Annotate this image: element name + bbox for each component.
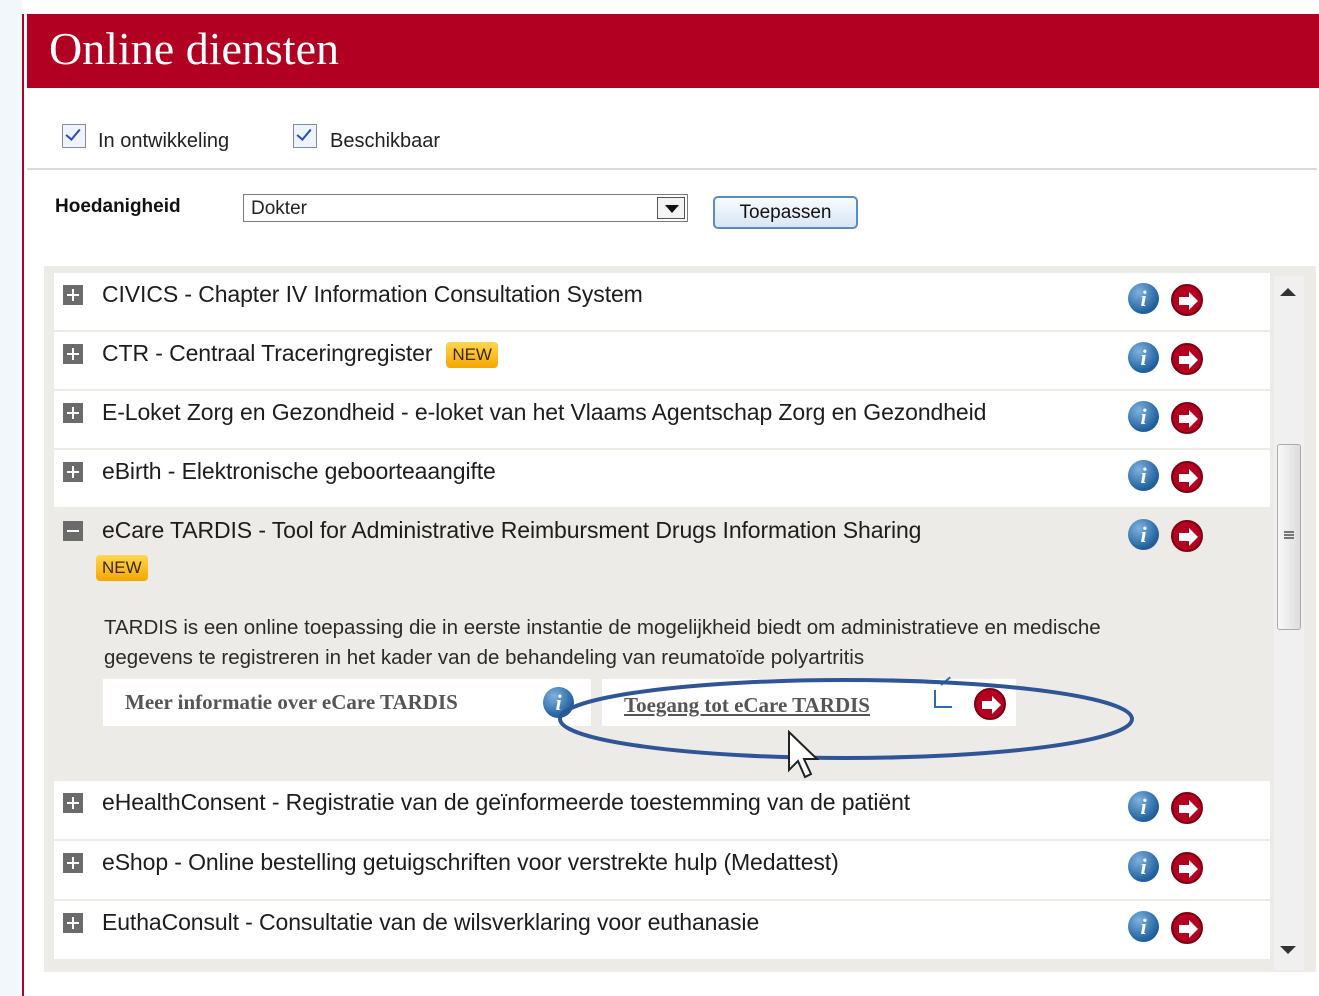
arrow-right-circle-icon[interactable]: [1171, 912, 1203, 944]
info-icon[interactable]: i: [1128, 401, 1159, 432]
scrollbar-thumb[interactable]: [1277, 444, 1301, 630]
list-item-expanded[interactable]: eCare TARDIS - Tool for Administrative R…: [54, 509, 1270, 781]
service-title[interactable]: eShop - Online bestelling getuigschrifte…: [102, 849, 839, 876]
page-title: Online diensten: [49, 23, 339, 74]
service-title[interactable]: EuthaConsult - Consultatie van de wilsve…: [102, 909, 759, 936]
filter-checkbox-available[interactable]: [293, 124, 317, 148]
grip-icon: [1284, 531, 1294, 539]
service-description: TARDIS is een online toepassing die in e…: [104, 616, 1101, 669]
arrow-right-circle-icon[interactable]: [1171, 792, 1203, 824]
new-badge: NEW: [446, 341, 498, 368]
info-icon[interactable]: i: [1128, 460, 1159, 491]
arrow-right-circle-icon[interactable]: [1171, 284, 1203, 316]
service-title[interactable]: eHealthConsent - Registratie van de geïn…: [102, 789, 910, 816]
plus-box-icon[interactable]: [63, 462, 83, 482]
list-item[interactable]: eHealthConsent - Registratie van de geïn…: [54, 781, 1270, 841]
plus-box-icon[interactable]: [63, 913, 83, 933]
access-link-box[interactable]: Toegang tot eCare TARDIS: [602, 679, 1016, 726]
capacity-label: Hoedanigheid: [55, 196, 181, 217]
scroll-up-icon[interactable]: [1280, 288, 1296, 296]
arrow-right-circle-icon[interactable]: [1171, 520, 1203, 552]
plus-box-icon[interactable]: [63, 853, 83, 873]
service-title[interactable]: E-Loket Zorg en Gezondheid - e-loket van…: [102, 399, 986, 426]
service-actions: i: [1128, 851, 1208, 885]
list-item[interactable]: E-Loket Zorg en Gezondheid - e-loket van…: [54, 391, 1270, 450]
page-header: Online diensten: [27, 14, 1319, 88]
capacity-select-value: Dokter: [251, 198, 307, 219]
apply-button[interactable]: Toepassen: [713, 196, 858, 229]
services-rows: CIVICS - Chapter IV Information Consulta…: [54, 273, 1270, 961]
service-actions: i: [1128, 519, 1208, 553]
plus-box-icon[interactable]: [63, 344, 83, 364]
service-actions: i: [1128, 283, 1208, 317]
more-info-link-box[interactable]: Meer informatie over eCare TARDIS i: [103, 679, 591, 726]
info-icon[interactable]: i: [1128, 851, 1159, 882]
access-link[interactable]: Toegang tot eCare TARDIS: [624, 693, 870, 718]
info-icon[interactable]: i: [1128, 911, 1159, 942]
capacity-select[interactable]: Dokter: [243, 194, 688, 222]
arrow-right-circle-icon[interactable]: [974, 688, 1006, 720]
service-title[interactable]: CIVICS - Chapter IV Information Consulta…: [102, 281, 643, 308]
list-item[interactable]: EuthaConsult - Consultatie van de wilsve…: [54, 901, 1270, 961]
arrow-right-circle-icon[interactable]: [1171, 343, 1203, 375]
scroll-down-icon[interactable]: [1280, 946, 1296, 954]
new-badge: NEW: [96, 555, 148, 581]
service-title[interactable]: CTR - Centraal Traceringregister NEW: [102, 340, 498, 368]
plus-box-icon[interactable]: [63, 793, 83, 813]
filter-label-in-development: In ontwikkeling: [98, 130, 230, 152]
info-icon[interactable]: i: [1128, 283, 1159, 314]
info-icon[interactable]: i: [1128, 519, 1159, 550]
divider: [27, 168, 1317, 170]
services-list: CIVICS - Chapter IV Information Consulta…: [44, 266, 1316, 972]
service-actions: i: [1128, 401, 1208, 435]
list-item[interactable]: CIVICS - Chapter IV Information Consulta…: [54, 273, 1270, 332]
service-actions: i: [1128, 460, 1208, 494]
arrow-right-circle-icon[interactable]: [1171, 402, 1203, 434]
filter-checkbox-in-development[interactable]: [62, 124, 86, 148]
chevron-down-icon[interactable]: [657, 197, 685, 219]
list-item[interactable]: eBirth - Elektronische geboorteaangifte …: [54, 450, 1270, 509]
filter-label-available: Beschikbaar: [330, 130, 441, 152]
minus-box-icon[interactable]: [63, 521, 83, 541]
window-edge: [0, 0, 22, 996]
plus-box-icon[interactable]: [63, 285, 83, 305]
service-actions: i: [1128, 342, 1208, 376]
service-title-text[interactable]: CTR - Centraal Traceringregister: [102, 340, 433, 366]
info-icon[interactable]: i: [543, 687, 574, 718]
plus-box-icon[interactable]: [63, 403, 83, 423]
service-title[interactable]: eBirth - Elektronische geboorteaangifte: [102, 458, 496, 485]
service-actions: i: [1128, 791, 1208, 825]
external-link-icon: [934, 690, 952, 708]
service-title[interactable]: eCare TARDIS - Tool for Administrative R…: [102, 517, 921, 544]
arrow-right-circle-icon[interactable]: [1171, 461, 1203, 493]
list-item[interactable]: CTR - Centraal Traceringregister NEW i: [54, 332, 1270, 391]
info-icon[interactable]: i: [1128, 342, 1159, 373]
arrow-right-circle-icon[interactable]: [1171, 852, 1203, 884]
more-info-link[interactable]: Meer informatie over eCare TARDIS: [125, 690, 458, 715]
vertical-scrollbar[interactable]: [1274, 276, 1304, 970]
list-item[interactable]: eShop - Online bestelling getuigschrifte…: [54, 841, 1270, 901]
service-actions: i: [1128, 911, 1208, 945]
info-icon[interactable]: i: [1128, 791, 1159, 822]
